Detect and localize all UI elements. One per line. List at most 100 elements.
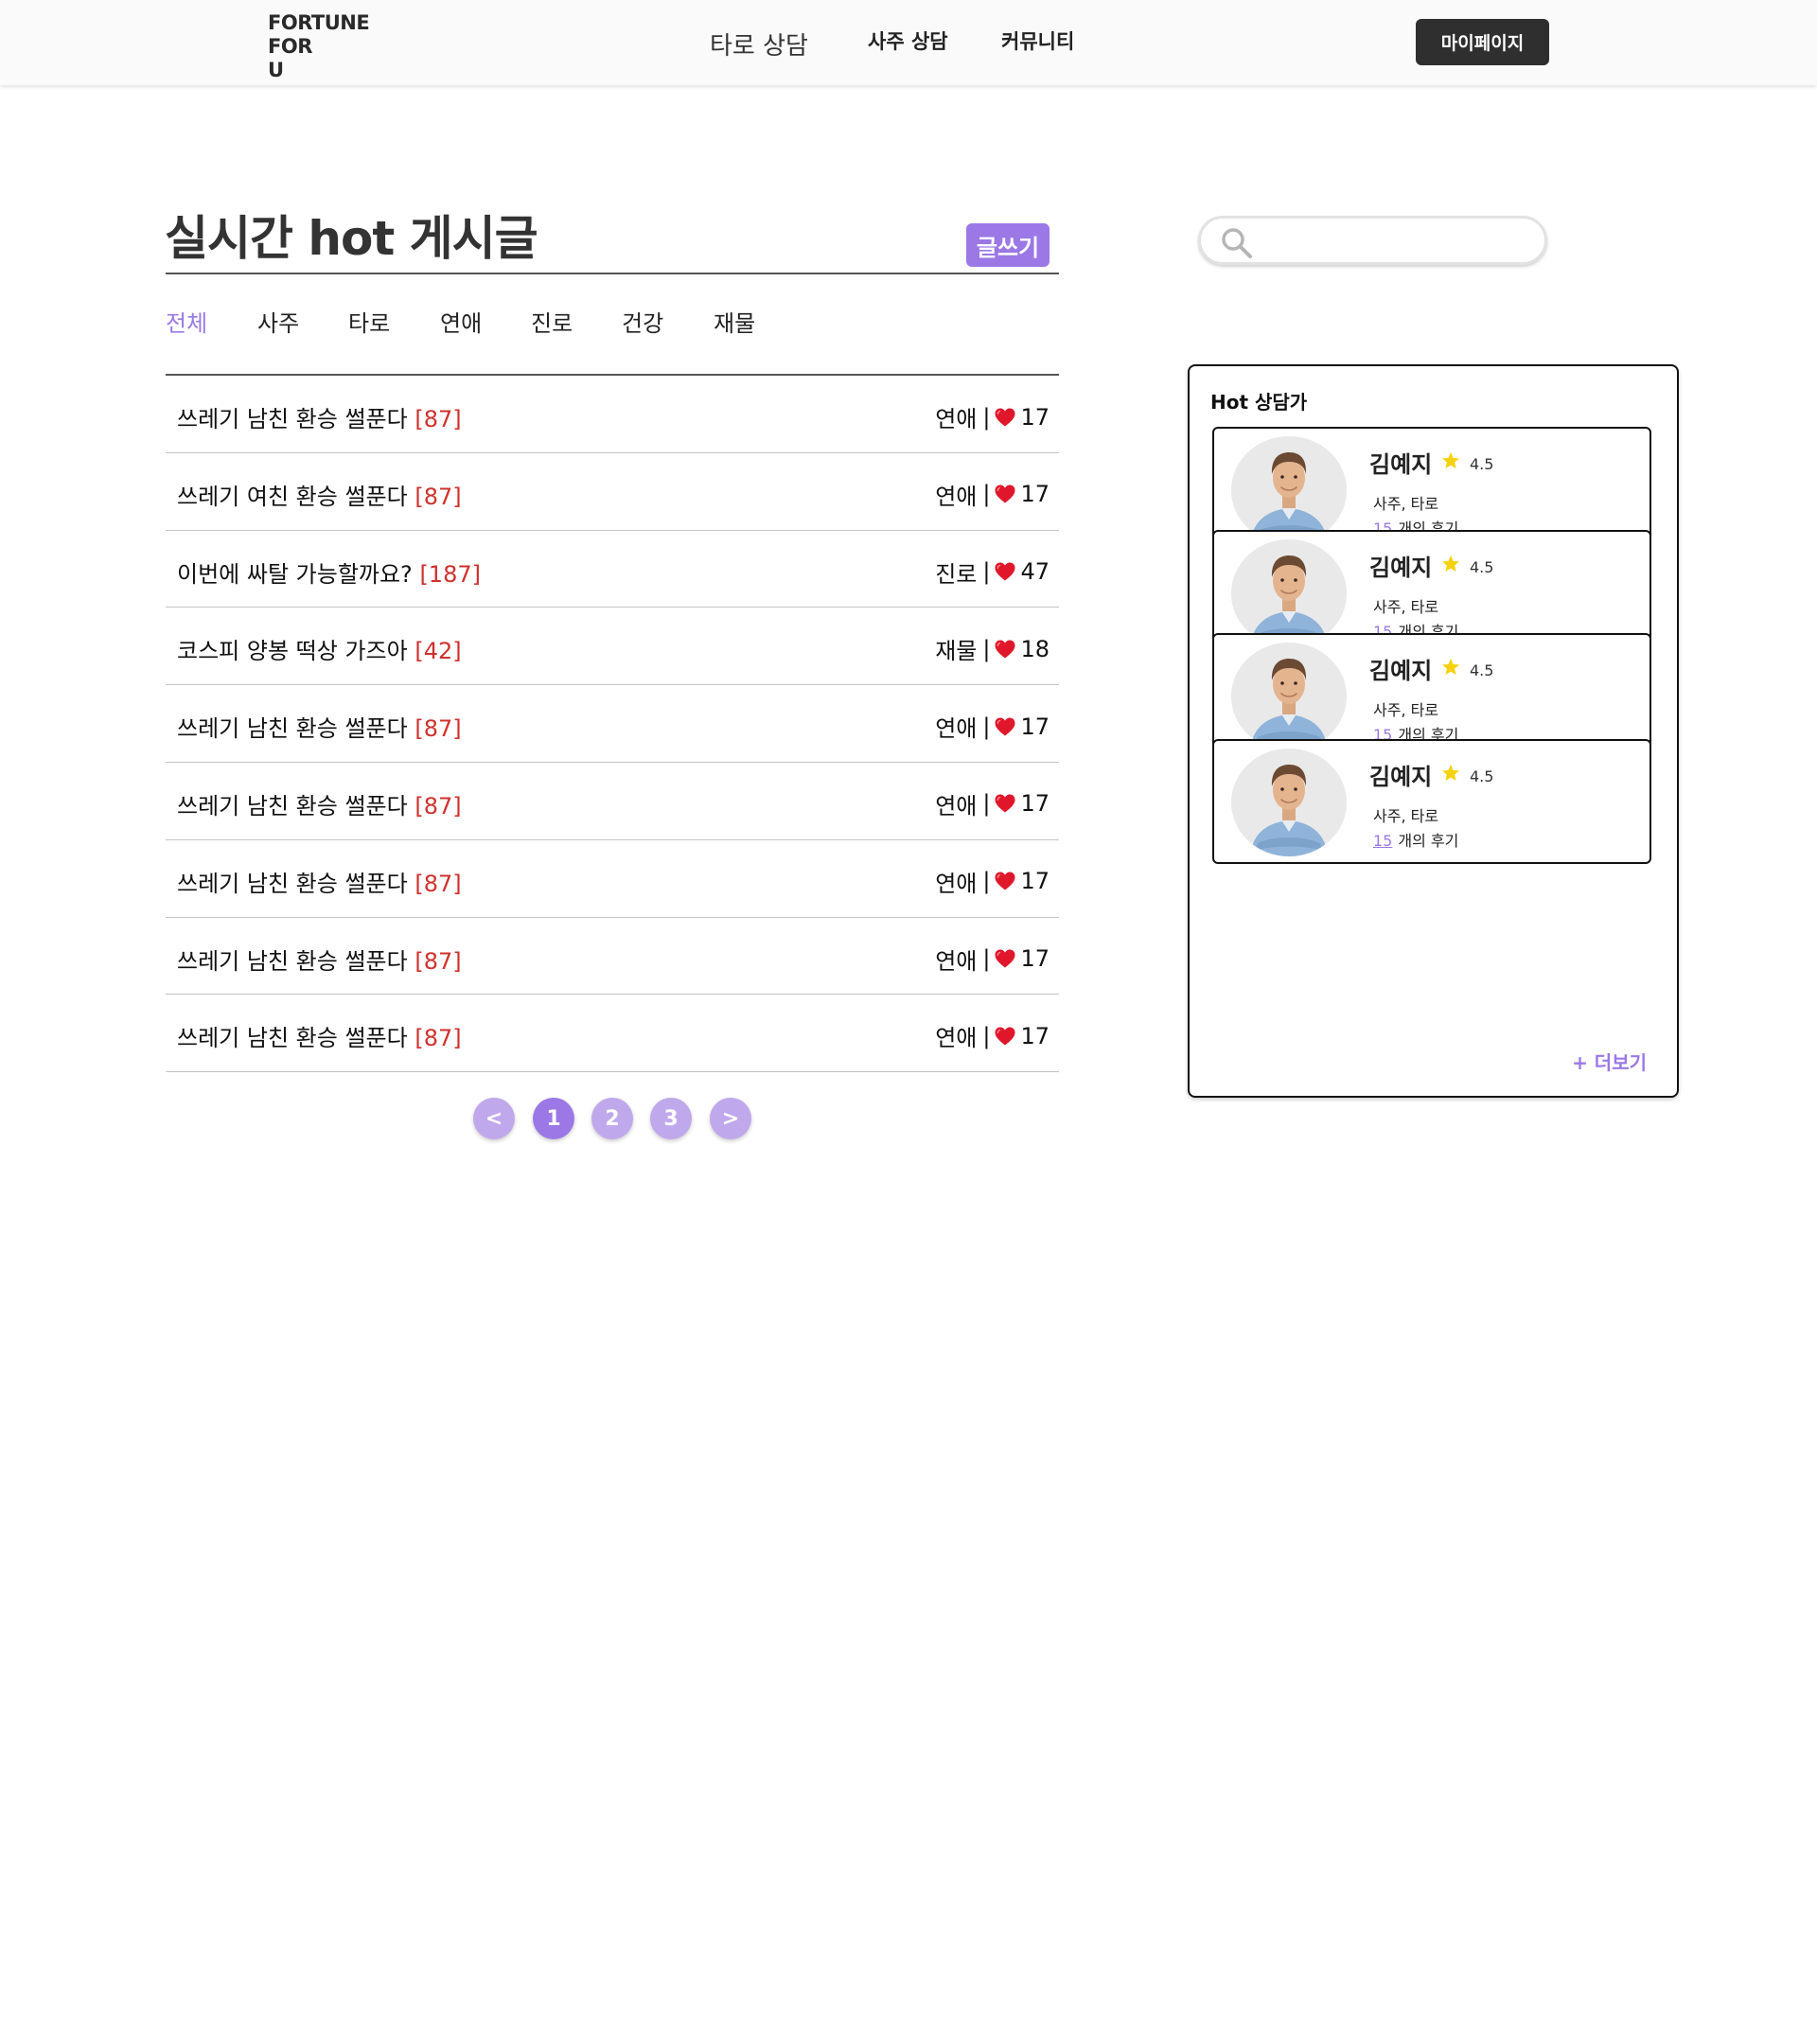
- heart-icon: [994, 638, 1016, 661]
- top-header: FORTUNE FOR U 타로 상담 사주 상담 커뮤니티 마이페이지: [0, 0, 1817, 85]
- post-like-count: 17: [1020, 713, 1050, 740]
- post-like-count: 17: [1020, 945, 1050, 973]
- counselor-avatar: [1231, 539, 1347, 647]
- post-row[interactable]: 쓰레기 남친 환승 썰푼다 [87] 연애 | 17: [166, 685, 1059, 763]
- heart-icon: [994, 792, 1016, 815]
- nav-saju-consult[interactable]: 사주 상담: [868, 26, 948, 55]
- post-title-text: 쓰레기 남친 환승 썰푼다: [177, 870, 408, 897]
- counselor-card[interactable]: 김예지 4.5 사주, 타로 15 개의 후기: [1212, 739, 1651, 864]
- tab-love[interactable]: 연애: [440, 305, 482, 338]
- write-post-button[interactable]: 글쓰기: [966, 223, 1050, 267]
- meta-separator: |: [982, 1022, 991, 1049]
- heart-icon: [994, 947, 1016, 970]
- meta-separator: |: [982, 558, 991, 586]
- post-list: 쓰레기 남친 환승 썰푼다 [87] 연애 | 17 쓰레기 여친 환승 썰푼다 [87…: [166, 376, 1059, 1073]
- post-title[interactable]: 쓰레기 남친 환승 썰푼다 [87]: [177, 710, 462, 743]
- counselor-rating: 4.5: [1470, 767, 1494, 785]
- more-counselors-link[interactable]: + 더보기: [1572, 1048, 1647, 1075]
- meta-separator: |: [982, 790, 991, 818]
- page-3-button[interactable]: 3: [650, 1098, 692, 1139]
- post-category: 연애: [935, 947, 978, 975]
- counselor-fields: 사주, 타로: [1373, 598, 1439, 616]
- post-title[interactable]: 쓰레기 남친 환승 썰푼다 [87]: [177, 943, 462, 976]
- tab-career[interactable]: 진로: [531, 305, 573, 338]
- post-category: 연애: [935, 715, 978, 743]
- counselor-name: 김예지: [1369, 764, 1433, 790]
- post-meta: 연애 | 17: [935, 400, 1050, 433]
- page-next-button[interactable]: >: [710, 1098, 751, 1139]
- tab-saju[interactable]: 사주: [257, 305, 299, 338]
- page-2-button[interactable]: 2: [591, 1098, 633, 1139]
- post-comment-count: [87]: [415, 870, 462, 897]
- page-prev-button[interactable]: <: [473, 1098, 515, 1139]
- post-category: 재물: [935, 638, 978, 665]
- post-title[interactable]: 쓰레기 남친 환승 썰푼다 [87]: [177, 787, 462, 820]
- counselor-avatar: [1231, 749, 1347, 856]
- post-title-text: 코스피 양봉 떡상 가즈아: [177, 638, 408, 665]
- meta-separator: |: [982, 481, 991, 508]
- post-title[interactable]: 코스피 양봉 떡상 가즈아 [42]: [177, 632, 462, 665]
- post-comment-count: [87]: [415, 792, 462, 819]
- post-title-text: 쓰레기 남친 환승 썰푼다: [177, 947, 408, 975]
- post-category: 연애: [935, 792, 978, 819]
- page-1-button[interactable]: 1: [533, 1098, 574, 1139]
- post-row[interactable]: 쓰레기 여친 환승 썰푼다 [87] 연애 | 17: [166, 453, 1059, 531]
- post-title[interactable]: 이번에 싸탈 가능할까요? [187]: [177, 555, 481, 589]
- search-icon[interactable]: [1220, 226, 1254, 260]
- post-row[interactable]: 쓰레기 남친 환승 썰푼다 [87] 연애 | 17: [166, 763, 1059, 840]
- counselor-name: 김예지: [1369, 555, 1433, 581]
- nav-community[interactable]: 커뮤니티: [1001, 26, 1074, 55]
- meta-separator: |: [982, 868, 991, 895]
- post-comment-count: [87]: [415, 715, 462, 743]
- post-category: 진로: [935, 560, 978, 588]
- tab-all[interactable]: 전체: [166, 305, 207, 338]
- post-meta: 연애 | 17: [935, 1019, 1050, 1052]
- post-like-count: 17: [1020, 403, 1050, 431]
- heart-icon: [994, 870, 1016, 892]
- post-like-count: 17: [1020, 868, 1050, 895]
- post-comment-count: [87]: [415, 406, 462, 432]
- post-title-text: 쓰레기 남친 환승 썰푼다: [177, 792, 408, 819]
- counselor-fields: 사주, 타로: [1373, 807, 1439, 825]
- logo-line-3: U: [268, 59, 284, 81]
- heart-icon: [994, 483, 1016, 505]
- nav-tarot-consult[interactable]: 타로 상담: [710, 26, 808, 62]
- hot-counselor-title: Hot 상담가: [1210, 391, 1308, 414]
- search-bar[interactable]: [1198, 216, 1547, 265]
- post-row[interactable]: 쓰레기 남친 환승 썰푼다 [87] 연애 | 17: [166, 376, 1059, 453]
- post-row[interactable]: 쓰레기 남친 환승 썰푼다 [87] 연애 | 17: [166, 995, 1059, 1073]
- meta-separator: |: [982, 403, 991, 431]
- counselor-fields: 사주, 타로: [1373, 495, 1439, 513]
- post-row[interactable]: 코스피 양봉 떡상 가즈아 [42] 재물 | 18: [166, 608, 1059, 686]
- logo-line-1: FORTUNE: [268, 11, 370, 34]
- counselor-name: 김예지: [1369, 658, 1433, 684]
- tab-health[interactable]: 건강: [622, 305, 663, 338]
- post-like-count: 17: [1020, 790, 1050, 818]
- post-title[interactable]: 쓰레기 남친 환승 썰푼다 [87]: [177, 400, 462, 433]
- counselor-avatar: [1231, 436, 1347, 544]
- post-row[interactable]: 쓰레기 남친 환승 썰푼다 [87] 연애 | 17: [166, 840, 1059, 918]
- meta-separator: |: [982, 945, 991, 973]
- post-title[interactable]: 쓰레기 남친 환승 썰푼다 [87]: [177, 1019, 462, 1052]
- logo[interactable]: FORTUNE FOR U: [268, 11, 400, 82]
- search-input[interactable]: [1258, 226, 1532, 255]
- mypage-button[interactable]: 마이페이지: [1416, 19, 1549, 65]
- post-title[interactable]: 쓰레기 여친 환승 썰푼다 [87]: [177, 478, 462, 511]
- tab-wealth[interactable]: 재물: [714, 305, 755, 338]
- post-meta: 연애 | 17: [935, 865, 1050, 898]
- meta-separator: |: [982, 635, 991, 662]
- heart-icon: [994, 715, 1016, 738]
- star-icon: [1441, 658, 1460, 677]
- post-category: 연애: [935, 870, 978, 897]
- counselor-rating: 4.5: [1470, 661, 1494, 679]
- hot-counselor-panel: Hot 상담가 김예지 4.5 사주, 타로 15 개의 후기 김예지 4.5 사주, 타로 1…: [1188, 364, 1679, 1098]
- heart-icon: [994, 1025, 1016, 1048]
- post-title-text: 이번에 싸탈 가능할까요?: [177, 560, 413, 588]
- post-row[interactable]: 이번에 싸탈 가능할까요? [187] 진로 | 47: [166, 531, 1059, 608]
- review-count: 15: [1373, 832, 1393, 850]
- post-title[interactable]: 쓰레기 남친 환승 썰푼다 [87]: [177, 865, 462, 898]
- post-like-count: 47: [1020, 558, 1050, 586]
- tab-tarot[interactable]: 타로: [348, 305, 390, 338]
- counselor-reviews[interactable]: 15 개의 후기: [1373, 828, 1458, 851]
- post-row[interactable]: 쓰레기 남친 환승 썰푼다 [87] 연애 | 17: [166, 918, 1059, 996]
